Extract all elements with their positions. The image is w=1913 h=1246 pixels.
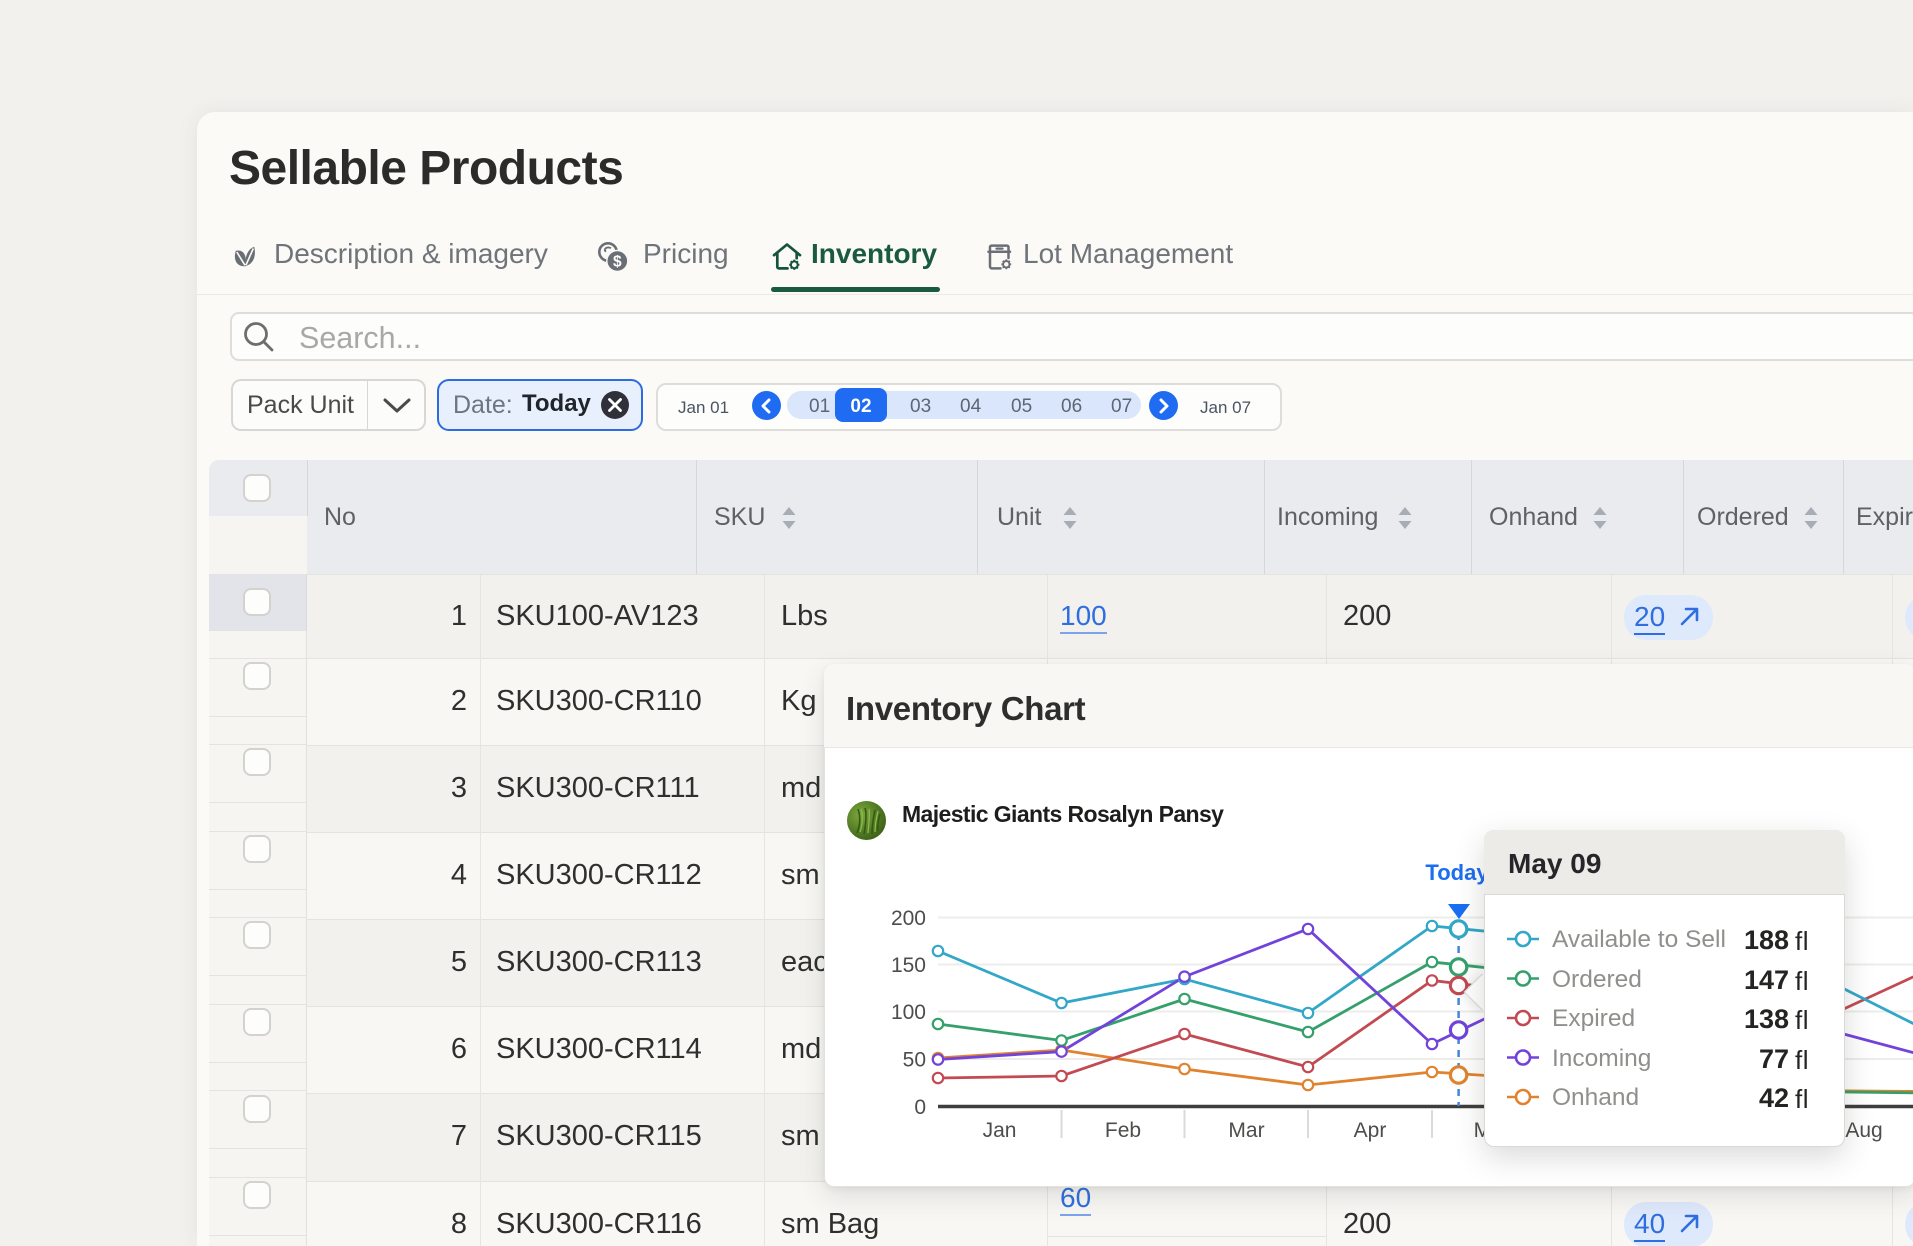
svg-text:$: $: [613, 253, 622, 270]
svg-text:100: 100: [891, 1001, 926, 1024]
svg-text:200: 200: [891, 907, 926, 930]
svg-text:50: 50: [903, 1049, 926, 1072]
svg-text:0: 0: [914, 1096, 926, 1119]
svg-text:Aug: Aug: [1845, 1119, 1882, 1142]
svg-text:Feb: Feb: [1105, 1119, 1141, 1142]
svg-text:150: 150: [891, 954, 926, 977]
svg-text:Apr: Apr: [1354, 1119, 1387, 1142]
svg-text:Mar: Mar: [1228, 1119, 1264, 1142]
svg-text:Jan: Jan: [983, 1119, 1017, 1142]
svg-text:Today: Today: [1425, 860, 1489, 885]
